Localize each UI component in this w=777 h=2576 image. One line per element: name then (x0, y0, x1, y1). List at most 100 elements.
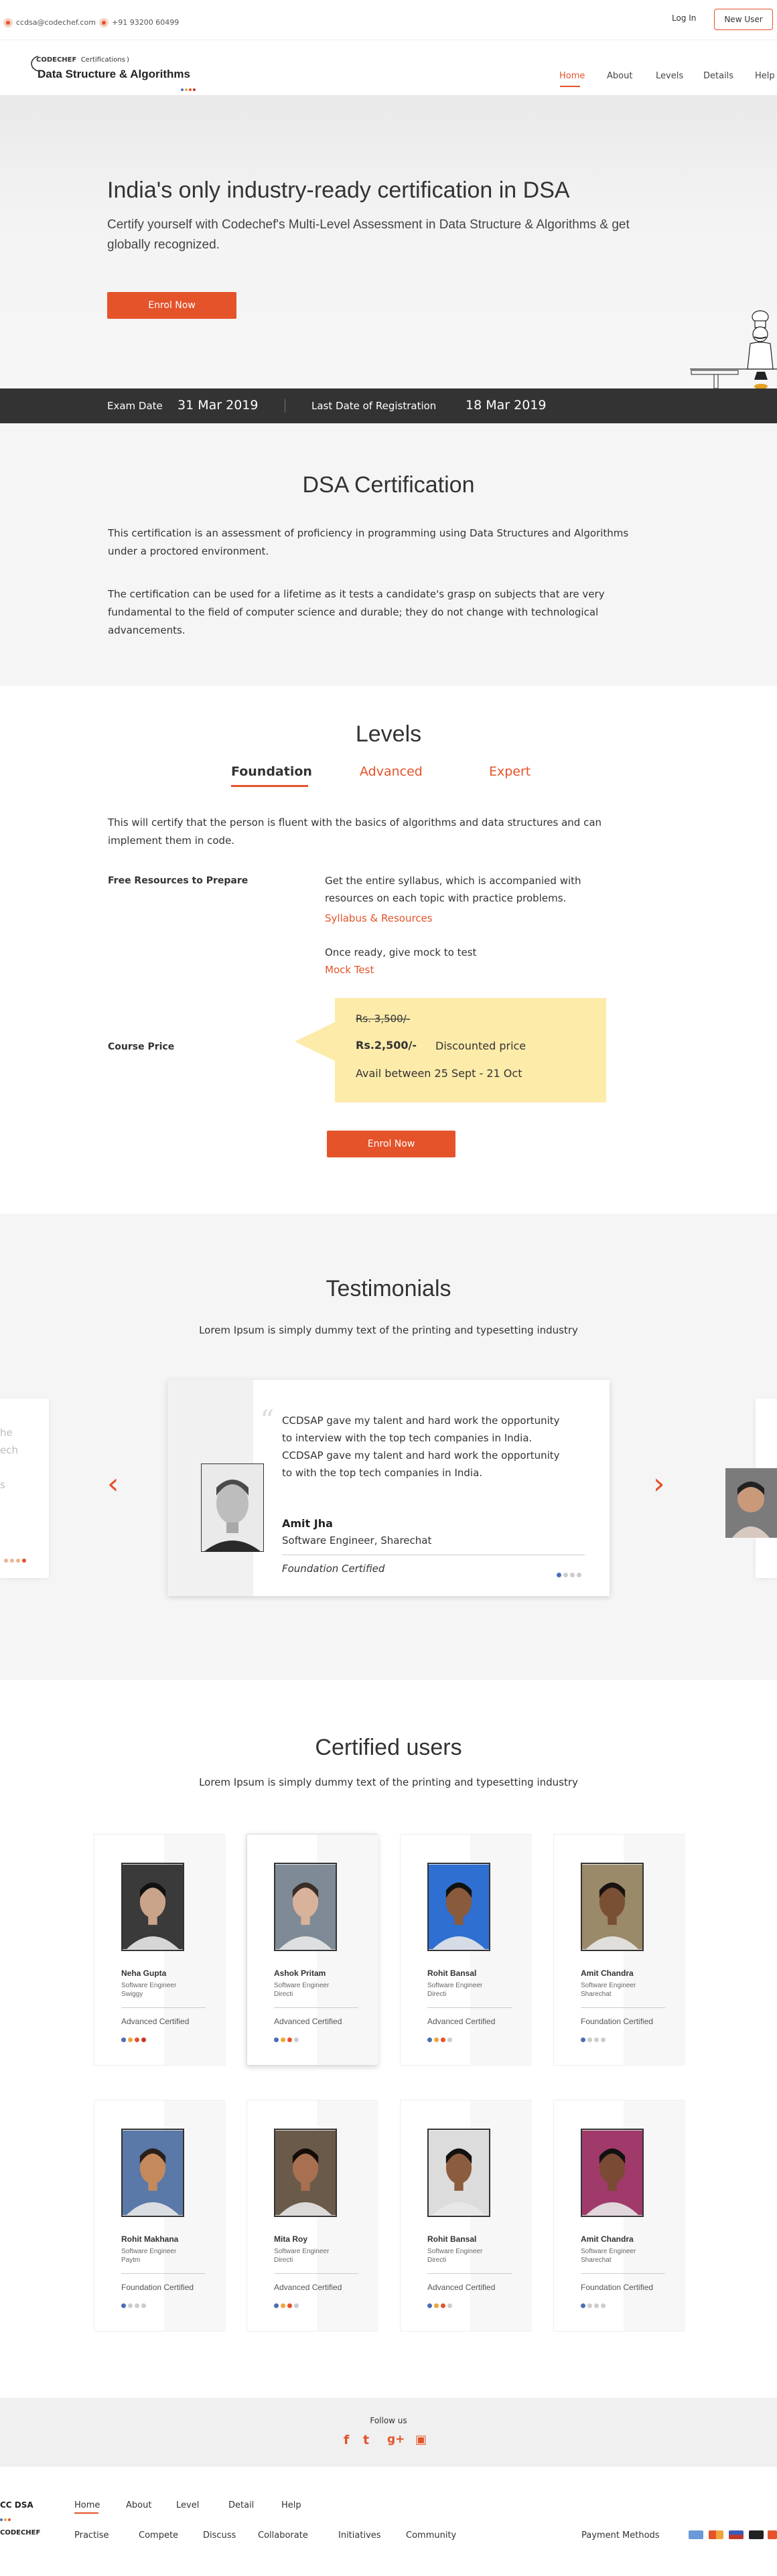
discount-label: Discounted price (435, 1040, 526, 1052)
hero-enrol-button[interactable]: Enrol Now (107, 292, 236, 319)
user-photo (274, 2129, 337, 2217)
user-level: Advanced Certified (427, 2017, 496, 2026)
quote-mark-icon: “ (260, 1404, 275, 1437)
user-card[interactable]: Neha Gupta Software Engineer Swiggy Advance… (94, 1834, 226, 2066)
brand-title[interactable]: Data Structure & Algorithms (38, 68, 190, 81)
bank-card-icon (749, 2530, 764, 2539)
user-level-dots (427, 2298, 454, 2311)
syllabus-link[interactable]: Syllabus & Resources (325, 912, 433, 924)
resources-label: Free Resources to Prepare (108, 875, 249, 886)
ghost-line (0, 1459, 40, 1476)
footer-link-compete[interactable]: Compete (139, 2530, 178, 2541)
user-role-title: Software Engineer (427, 1982, 483, 1989)
user-level-dots (581, 2298, 608, 2311)
user-role: Software Engineer Paytm (121, 2247, 176, 2265)
mock-test-link[interactable]: Mock Test (325, 964, 374, 976)
user-level-dots (581, 2032, 608, 2045)
footer-link-detail[interactable]: Detail (228, 2500, 254, 2510)
user-card[interactable]: Amit Chandra Software Engineer Sharechat Fo… (553, 2100, 685, 2332)
user-level-dots (427, 2032, 454, 2045)
footer-link-level[interactable]: Level (176, 2500, 199, 2510)
footer-link-collaborate[interactable]: Collaborate (258, 2530, 308, 2541)
payment-methods-label: Payment Methods (581, 2530, 660, 2541)
footer-link-discuss[interactable]: Discuss (203, 2530, 236, 2541)
user-photo (581, 2129, 644, 2217)
user-photo (274, 1863, 337, 1951)
nav-levels[interactable]: Levels (656, 71, 683, 81)
user-card[interactable]: Rohit Bansal Software Engineer Directi Adva… (400, 1834, 532, 2066)
resources-text: Get the entire syllabus, which is accomp… (325, 875, 581, 904)
price-box-pointer (295, 1021, 336, 1062)
social-icons: f t g+ ▣ (342, 2433, 435, 2449)
user-name: Amit Chandra (581, 1969, 634, 1978)
user-company: Paytm (121, 2257, 141, 2264)
user-role: Software Engineer Sharechat (581, 1981, 636, 1999)
user-card-divider (121, 2007, 206, 2008)
hero-subtitle: Certify yourself with Codechef's Multi-L… (107, 218, 630, 252)
site-footer (0, 2467, 777, 2576)
tab-advanced[interactable]: Advanced (360, 764, 423, 779)
user-role-title: Software Engineer (581, 1982, 636, 1989)
mail-icon (3, 17, 13, 27)
footer-link-about[interactable]: About (126, 2500, 151, 2510)
footer-link-help[interactable]: Help (281, 2500, 301, 2510)
user-role: Software Engineer Directi (427, 2247, 482, 2265)
user-card[interactable]: Rohit Makhana Software Engineer Paytm Found… (94, 2100, 226, 2332)
user-card[interactable]: Mita Roy Software Engineer Directi Advanced… (246, 2100, 378, 2332)
level-tab-indicator (231, 785, 308, 787)
mock-text: Once ready, give mock to test (325, 946, 477, 958)
user-card[interactable]: Amit Chandra Software Engineer Sharechat Fo… (553, 1834, 685, 2066)
user-level: Foundation Certified (121, 2283, 194, 2292)
email-contact[interactable]: ccdsa@codechef.com (3, 15, 96, 28)
user-name: Amit Chandra (581, 2234, 634, 2244)
nav-details[interactable]: Details (703, 71, 733, 81)
google-plus-icon[interactable]: g+ (387, 2433, 405, 2446)
tab-foundation[interactable]: Foundation (231, 764, 312, 779)
phone-contact[interactable]: +91 93200 60499 (99, 15, 179, 28)
login-link[interactable]: Log In (672, 13, 696, 23)
footer-link-home[interactable]: Home (74, 2500, 100, 2510)
user-card-divider (274, 2273, 358, 2274)
user-card-divider (581, 2273, 665, 2274)
levels-enrol-button[interactable]: Enrol Now (327, 1131, 455, 1157)
testimonials-subtitle: Lorem Ipsum is simply dummy text of the … (199, 1324, 578, 1336)
footer-link-initiatives[interactable]: Initiatives (338, 2530, 381, 2541)
previous-testimonial-card[interactable]: he ech s (0, 1399, 49, 1578)
footer-link-practise[interactable]: Practise (74, 2530, 109, 2541)
user-level: Advanced Certified (121, 2017, 190, 2026)
user-name: Mita Roy (274, 2234, 308, 2244)
user-company: Sharechat (581, 2257, 612, 2264)
ghost-line: ech (0, 1444, 18, 1456)
user-company: Directi (274, 2257, 293, 2264)
footer-logo-bottom[interactable]: CODECHEF (0, 2529, 40, 2536)
carousel-next-arrow[interactable]: › (653, 1467, 665, 1501)
user-name: Rohit Bansal (427, 2234, 477, 2244)
nav-help[interactable]: Help (755, 71, 775, 81)
twitter-icon[interactable]: t (363, 2433, 369, 2447)
next-testimonial-card[interactable] (725, 1399, 777, 1578)
user-level-dots (121, 2032, 148, 2045)
user-photo (427, 2129, 490, 2217)
testimonial-avatar (201, 1463, 264, 1552)
user-role: Software Engineer Directi (427, 1981, 482, 1999)
user-level: Foundation Certified (581, 2283, 654, 2292)
user-name: Ashok Pritam (274, 1969, 326, 1978)
mastercard-icon (709, 2530, 723, 2539)
user-card[interactable]: Rohit Bansal Software Engineer Directi Adva… (400, 2100, 532, 2332)
user-card[interactable]: Ashok Pritam Software Engineer Directi Adva… (246, 1834, 378, 2066)
footer-link-community[interactable]: Community (406, 2530, 456, 2541)
dsa-paragraph-1: This certification is an assessment of p… (108, 527, 629, 557)
ghost-left-text: he ech s (0, 1424, 40, 1494)
tab-expert[interactable]: Expert (489, 764, 531, 779)
levels-title: Levels (355, 721, 422, 747)
facebook-icon[interactable]: f (344, 2433, 349, 2447)
carousel-prev-arrow[interactable]: ‹ (107, 1467, 119, 1501)
footer-logo-top[interactable]: CC DSA (0, 2500, 33, 2510)
instagram-icon[interactable]: ▣ (415, 2433, 427, 2447)
new-user-button[interactable]: New User (714, 9, 773, 30)
nav-about[interactable]: About (607, 71, 632, 81)
certified-users-title: Certified users (315, 1735, 462, 1760)
email-text: ccdsa@codechef.com (16, 18, 96, 27)
amex-card-icon (729, 2530, 744, 2539)
nav-home[interactable]: Home (559, 71, 585, 81)
